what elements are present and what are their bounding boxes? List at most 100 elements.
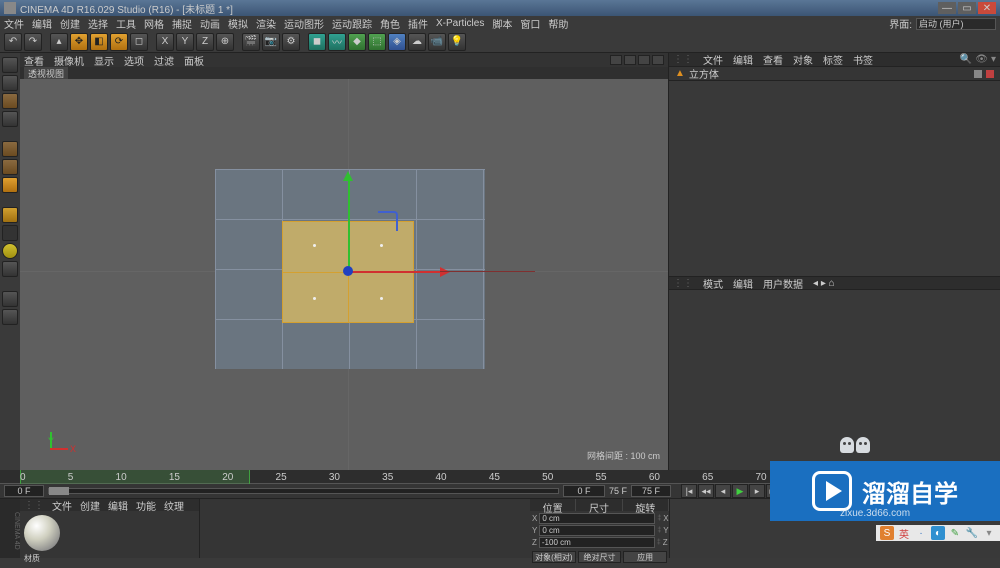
edge-mode-icon[interactable]: [2, 159, 18, 175]
mat-tab-create[interactable]: 创建: [80, 498, 100, 513]
vp-menu-camera[interactable]: 摄像机: [54, 53, 84, 68]
material-preview-icon[interactable]: [24, 515, 60, 551]
menu-animate[interactable]: 动画: [200, 16, 220, 31]
axis-x-button[interactable]: X: [156, 33, 174, 51]
tray-icon[interactable]: 🔧: [965, 526, 979, 540]
attr-tab-userdata[interactable]: 用户数据: [763, 276, 803, 291]
slider-thumb[interactable]: [49, 487, 69, 495]
menu-window[interactable]: 窗口: [520, 16, 540, 31]
om-tab-view[interactable]: 查看: [763, 52, 783, 67]
x-axis[interactable]: [348, 271, 443, 273]
tray-icon[interactable]: ✎: [948, 526, 962, 540]
tray-icon[interactable]: S: [880, 526, 894, 540]
render-view-button[interactable]: 🎬: [242, 33, 260, 51]
attr-tab-mode[interactable]: 模式: [703, 276, 723, 291]
nurbs-icon[interactable]: ◆: [348, 33, 366, 51]
undo-button[interactable]: ↶: [4, 33, 22, 51]
coord-mode-select[interactable]: 对象(相对): [532, 551, 576, 563]
tray-icon[interactable]: ▾: [982, 526, 996, 540]
maximize-button[interactable]: ▭: [958, 2, 976, 14]
eye-icon[interactable]: 👁: [975, 54, 988, 65]
attr-nav-icon[interactable]: ⌂: [829, 278, 835, 289]
y-axis[interactable]: [348, 179, 350, 271]
axis-y-button[interactable]: Y: [176, 33, 194, 51]
spline-icon[interactable]: 〰: [328, 33, 346, 51]
menu-render[interactable]: 渲染: [256, 16, 276, 31]
vp-menu-options[interactable]: 选项: [124, 53, 144, 68]
object-name[interactable]: 立方体: [689, 66, 719, 81]
coord-y-pos[interactable]: [539, 525, 655, 536]
om-tab-tags[interactable]: 标签: [823, 52, 843, 67]
play-button[interactable]: ▶: [732, 484, 748, 498]
polygon-mode-icon[interactable]: [2, 177, 18, 193]
menu-snap[interactable]: 捕捉: [172, 16, 192, 31]
coord-size-select[interactable]: 绝对尺寸: [578, 551, 622, 563]
array-icon[interactable]: ⬚: [368, 33, 386, 51]
menu-xparticles[interactable]: X-Particles: [436, 18, 484, 29]
y-axis-arrow-icon[interactable]: [343, 171, 353, 181]
viewport-canvas[interactable]: Y X 网格间距 : 100 cm: [20, 79, 668, 470]
frame-end-input[interactable]: [631, 485, 671, 497]
close-button[interactable]: ✕: [978, 2, 996, 14]
mat-tab-texture[interactable]: 纹理: [164, 498, 184, 513]
attr-nav-icon[interactable]: ◂: [813, 278, 818, 289]
workplane-icon[interactable]: [2, 111, 18, 127]
tray-icon[interactable]: ◐: [931, 526, 945, 540]
vp-nav-icon[interactable]: [638, 55, 650, 65]
prev-frame-button[interactable]: ◂: [715, 484, 731, 498]
menu-create[interactable]: 创建: [60, 16, 80, 31]
search-icon[interactable]: 🔍: [960, 54, 972, 65]
render-region-icon[interactable]: [2, 309, 18, 325]
vp-nav-icon[interactable]: [652, 55, 664, 65]
om-tab-bookmarks[interactable]: 书签: [853, 52, 873, 67]
material-name[interactable]: 材质: [24, 553, 195, 564]
z-rotate-gizmo[interactable]: [378, 211, 398, 231]
goto-start-button[interactable]: |◂: [681, 484, 697, 498]
model-mode-icon[interactable]: [2, 75, 18, 91]
om-tab-file[interactable]: 文件: [703, 52, 723, 67]
tray-icon[interactable]: 英: [897, 526, 911, 540]
layout-select[interactable]: [916, 18, 996, 30]
coord-apply-button[interactable]: 应用: [623, 551, 667, 563]
minimize-button[interactable]: —: [938, 2, 956, 14]
vp-menu-panel[interactable]: 面板: [184, 53, 204, 68]
visibility-tag-icon[interactable]: [974, 70, 982, 78]
tweak-mode-icon[interactable]: [2, 225, 18, 241]
rotate-tool[interactable]: ⟳: [110, 33, 128, 51]
coord-system-button[interactable]: ⊕: [216, 33, 234, 51]
texture-mode-icon[interactable]: [2, 93, 18, 109]
filter-icon[interactable]: ▾: [991, 54, 996, 65]
workplane2-icon[interactable]: [2, 261, 18, 277]
render-settings-button[interactable]: ⚙: [282, 33, 300, 51]
vp-menu-view[interactable]: 查看: [24, 53, 44, 68]
menu-script[interactable]: 脚本: [492, 16, 512, 31]
attribute-body[interactable]: [669, 290, 1000, 470]
cube-icon[interactable]: ◼: [308, 33, 326, 51]
snap-icon[interactable]: [2, 243, 18, 259]
object-manager-body[interactable]: [669, 81, 1000, 276]
viewport-solo-icon[interactable]: [2, 291, 18, 307]
pivot-icon[interactable]: [343, 266, 353, 276]
vp-menu-display[interactable]: 显示: [94, 53, 114, 68]
timeline-slider[interactable]: [48, 488, 559, 494]
coord-x-pos[interactable]: [539, 513, 655, 524]
menu-motiontrack[interactable]: 运动跟踪: [332, 16, 372, 31]
mat-tab-func[interactable]: 功能: [136, 498, 156, 513]
move-tool[interactable]: ✥: [70, 33, 88, 51]
menu-file[interactable]: 文件: [4, 16, 24, 31]
menu-help[interactable]: 帮助: [548, 16, 568, 31]
frame-start-input[interactable]: [4, 485, 44, 497]
coord-z-pos[interactable]: [539, 537, 655, 548]
vp-nav-icon[interactable]: [624, 55, 636, 65]
axis-z-button[interactable]: Z: [196, 33, 214, 51]
editable-icon[interactable]: [2, 57, 18, 73]
om-tab-object[interactable]: 对象: [793, 52, 813, 67]
point-mode-icon[interactable]: [2, 141, 18, 157]
attr-tab-edit[interactable]: 编辑: [733, 276, 753, 291]
last-tool[interactable]: ◻: [130, 33, 148, 51]
menu-mograph[interactable]: 运动图形: [284, 16, 324, 31]
frame-cur-input[interactable]: [563, 485, 605, 497]
camera-icon[interactable]: 📹: [428, 33, 446, 51]
object-row[interactable]: ▲ 立方体: [669, 67, 1000, 81]
om-tab-edit[interactable]: 编辑: [733, 52, 753, 67]
